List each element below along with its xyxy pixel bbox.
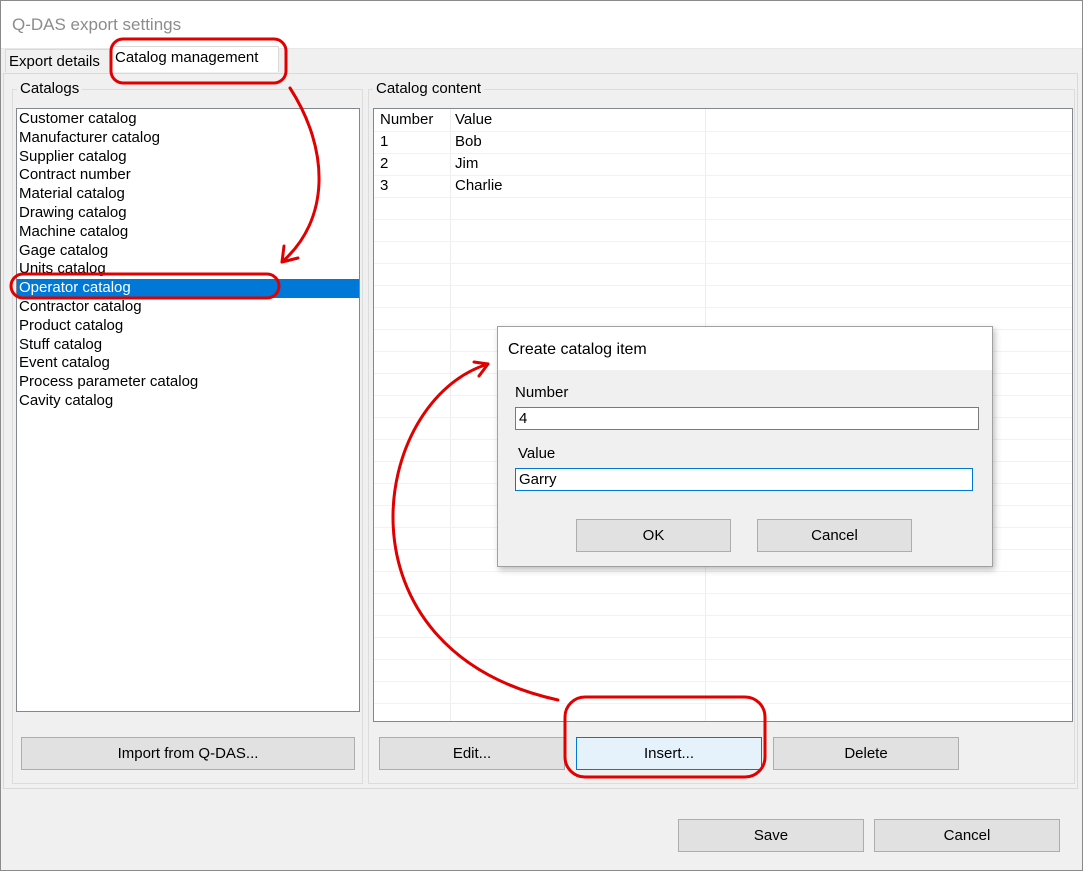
tab-catalog-management[interactable]: Catalog management [111,46,279,72]
tab-export-details[interactable]: Export details [5,49,111,72]
cell-value: Jim [455,155,479,172]
window-title: Q-DAS export settings [12,15,182,34]
dialog-title-bar[interactable]: Create catalog item [498,327,992,370]
list-item[interactable]: Product catalog [17,317,359,336]
empty-grid-row [374,219,1072,242]
title-bar[interactable]: Q-DAS export settings [1,1,1082,49]
tab-catalog-management-label: Catalog management [115,49,259,66]
number-label: Number [515,384,569,401]
table-row[interactable]: 3 Charlie [374,175,1072,198]
footer-bar: Save Cancel [1,791,1082,870]
empty-grid-row [374,285,1072,308]
list-item[interactable]: Material catalog [17,185,359,204]
edit-button[interactable]: Edit... [379,737,565,770]
list-item[interactable]: Manufacturer catalog [17,129,359,148]
list-item[interactable]: Stuff catalog [17,336,359,355]
column-header-value[interactable]: Value [455,109,492,131]
import-from-qdas-button[interactable]: Import from Q-DAS... [21,737,355,770]
column-header-number[interactable]: Number [380,109,433,131]
dialog-title: Create catalog item [508,341,647,358]
empty-grid-row [374,241,1072,264]
list-item[interactable]: Units catalog [17,260,359,279]
table-row[interactable]: 1 Bob [374,131,1072,154]
list-item[interactable]: Customer catalog [17,110,359,129]
grid-header-row: Number Value [374,109,1072,132]
cell-value: Charlie [455,177,503,194]
empty-grid-row [374,637,1072,660]
empty-grid-row [374,703,1072,721]
catalog-content-group-label: Catalog content [373,80,485,97]
save-button[interactable]: Save [678,819,864,852]
tab-export-details-label: Export details [9,53,100,70]
value-label: Value [518,445,556,462]
cell-number: 2 [380,155,389,172]
list-item[interactable]: Cavity catalog [17,392,359,411]
dialog-cancel-button[interactable]: Cancel [757,519,912,552]
list-item[interactable]: Supplier catalog [17,148,359,167]
cell-value: Bob [455,133,482,150]
empty-grid-row [374,571,1072,594]
tab-bar: Export details Catalog management [1,46,1082,73]
list-item[interactable]: Drawing catalog [17,204,359,223]
list-item[interactable]: Contractor catalog [17,298,359,317]
insert-button[interactable]: Insert... [576,737,762,770]
empty-grid-row [374,197,1072,220]
catalogs-group-label: Catalogs [17,80,83,97]
list-item[interactable]: Event catalog [17,354,359,373]
list-item[interactable]: Contract number [17,166,359,185]
empty-grid-row [374,659,1072,682]
delete-button[interactable]: Delete [773,737,959,770]
cell-number: 1 [380,133,389,150]
list-item[interactable]: Process parameter catalog [17,373,359,392]
empty-grid-row [374,615,1072,638]
empty-grid-row [374,593,1072,616]
empty-grid-row [374,263,1072,286]
list-item[interactable]: Operator catalog [17,279,359,298]
value-field[interactable] [515,468,973,491]
list-item[interactable]: Gage catalog [17,242,359,261]
table-row[interactable]: 2 Jim [374,153,1072,176]
create-catalog-item-dialog: Create catalog item Number Value OK Canc… [497,326,993,567]
list-item[interactable]: Machine catalog [17,223,359,242]
cancel-button[interactable]: Cancel [874,819,1060,852]
catalog-listbox[interactable]: Customer catalog Manufacturer catalog Supp… [16,108,360,712]
cell-number: 3 [380,177,389,194]
catalogs-group: Catalogs Customer catalog Manufacturer ca… [12,80,363,784]
empty-grid-row [374,681,1072,704]
dialog-ok-button[interactable]: OK [576,519,731,552]
number-field[interactable] [515,407,979,430]
